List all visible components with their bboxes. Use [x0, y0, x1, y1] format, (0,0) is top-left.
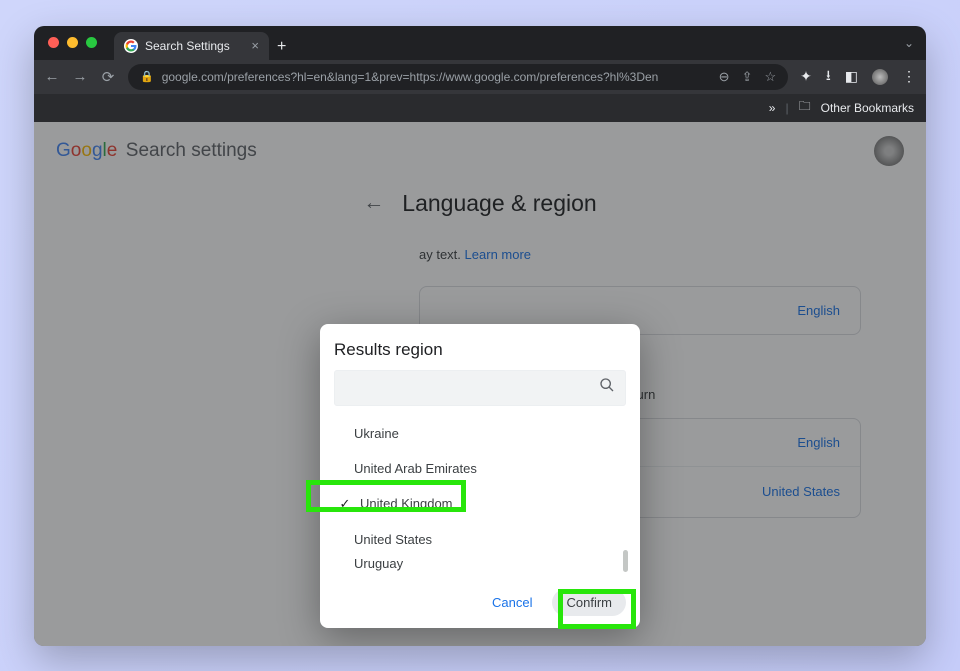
- dialog-title: Results region: [334, 340, 626, 360]
- close-tab-icon[interactable]: ×: [251, 38, 259, 53]
- region-search-input[interactable]: [334, 370, 626, 406]
- browser-window: Search Settings × + ⌄ ← → ⟳ 🔒 google.com…: [34, 26, 926, 646]
- region-list: Ukraine United Arab Emirates ✓ United Ki…: [334, 416, 626, 575]
- dialog-actions: Cancel Confirm: [334, 589, 626, 616]
- forward-icon[interactable]: →: [72, 68, 88, 85]
- bookmarks-bar: » | 🗀 Other Bookmarks: [34, 94, 926, 122]
- lock-icon: 🔒: [140, 70, 154, 83]
- search-icon: [599, 377, 615, 398]
- share-icon[interactable]: ⇪: [742, 69, 753, 85]
- region-option[interactable]: United Arab Emirates: [334, 451, 626, 486]
- page-viewport: Google Search settings ← Language & regi…: [34, 122, 926, 646]
- browser-toolbar: ← → ⟳ 🔒 google.com/preferences?hl=en&lan…: [34, 60, 926, 94]
- region-option-selected[interactable]: ✓ United Kingdom: [334, 486, 626, 522]
- tabs-dropdown-icon[interactable]: ⌄: [904, 36, 914, 50]
- downloads-icon[interactable]: ⭳: [826, 65, 831, 89]
- folder-icon: 🗀: [799, 97, 811, 118]
- browser-tab[interactable]: Search Settings ×: [114, 32, 269, 60]
- omnibox-actions: ⊖ ⇪ ☆: [719, 69, 776, 85]
- extensions-icon[interactable]: ✦: [800, 68, 812, 85]
- address-bar[interactable]: 🔒 google.com/preferences?hl=en&lang=1&pr…: [128, 64, 788, 90]
- tab-title: Search Settings: [145, 39, 230, 53]
- bookmarks-overflow[interactable]: »: [769, 101, 776, 115]
- zoom-icon[interactable]: ⊖: [719, 69, 730, 85]
- toolbar-right: ✦ ⭳ ◧ ⋮: [800, 65, 916, 89]
- new-tab-button[interactable]: +: [277, 38, 286, 56]
- scrollbar-thumb[interactable]: [623, 550, 628, 572]
- region-option[interactable]: United States: [334, 522, 626, 557]
- region-option[interactable]: Ukraine: [334, 416, 626, 451]
- panel-icon[interactable]: ◧: [845, 68, 858, 85]
- cancel-button[interactable]: Cancel: [484, 589, 540, 616]
- favicon-icon: [124, 39, 138, 53]
- bookmark-star-icon[interactable]: ☆: [764, 69, 776, 85]
- profile-avatar-icon[interactable]: [872, 69, 888, 85]
- url-text: google.com/preferences?hl=en&lang=1&prev…: [162, 70, 659, 84]
- back-icon[interactable]: ←: [44, 68, 60, 85]
- region-option[interactable]: Uruguay: [334, 557, 626, 575]
- tab-strip: Search Settings × + ⌄: [34, 26, 926, 60]
- menu-kebab-icon[interactable]: ⋮: [902, 68, 916, 85]
- reload-icon[interactable]: ⟳: [100, 68, 116, 86]
- check-icon: ✓: [338, 496, 352, 512]
- other-bookmarks[interactable]: Other Bookmarks: [821, 101, 914, 115]
- results-region-dialog: Results region Ukraine United Arab Emira…: [320, 324, 640, 628]
- confirm-button[interactable]: Confirm: [552, 589, 626, 616]
